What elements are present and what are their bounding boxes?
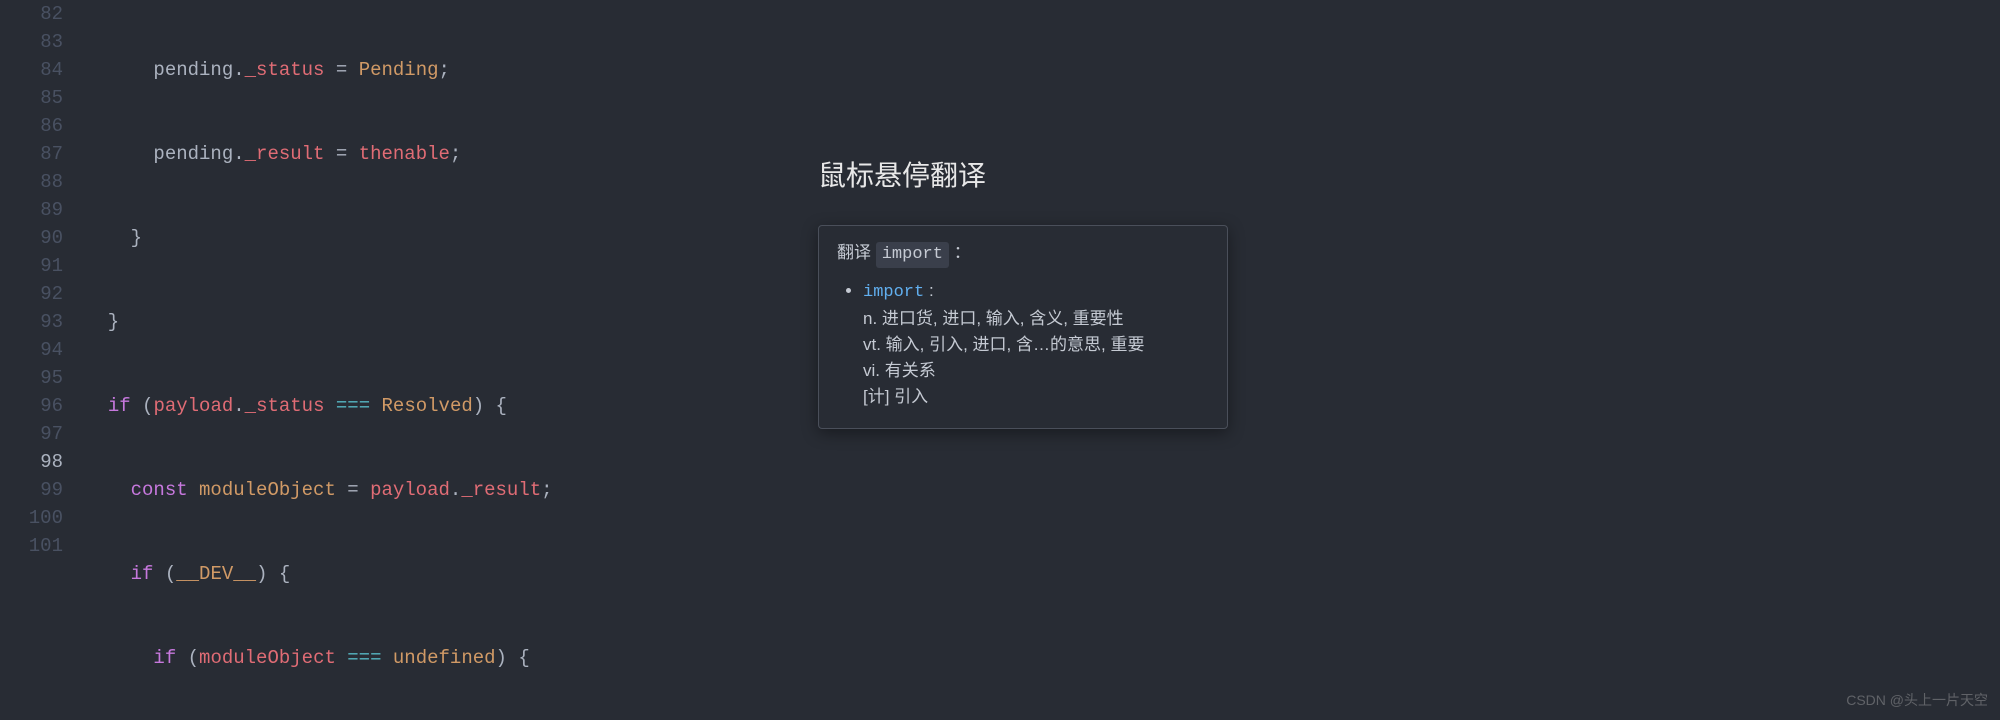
line-number: 98 bbox=[0, 448, 85, 476]
line-number: 100 bbox=[0, 504, 85, 532]
definition-line: vt. 输入, 引入, 进口, 含…的意思, 重要 bbox=[863, 332, 1209, 358]
watermark: CSDN @头上一片天空 bbox=[1846, 686, 1988, 714]
line-number: 99 bbox=[0, 476, 85, 504]
tooltip-definitions: import : n. 进口货, 进口, 输入, 含义, 重要性 vt. 输入,… bbox=[837, 278, 1209, 410]
hover-translate-tooltip[interactable]: 翻译 import ： import : n. 进口货, 进口, 输入, 含义,… bbox=[818, 225, 1228, 429]
line-number: 91 bbox=[0, 252, 85, 280]
annotation-title: 鼠标悬停翻译 bbox=[818, 162, 986, 190]
line-number: 92 bbox=[0, 280, 85, 308]
line-number: 82 bbox=[0, 0, 85, 28]
tooltip-header: 翻译 import ： bbox=[837, 240, 1209, 268]
code-line: pending._status = Pending; bbox=[85, 56, 2000, 84]
code-line: const moduleObject = payload._result; bbox=[85, 476, 2000, 504]
line-number: 93 bbox=[0, 308, 85, 336]
tooltip-entry: import : n. 进口货, 进口, 输入, 含义, 重要性 vt. 输入,… bbox=[863, 278, 1209, 410]
tooltip-entry-word: import bbox=[863, 283, 924, 302]
line-number: 87 bbox=[0, 140, 85, 168]
definition-line: vi. 有关系 bbox=[863, 358, 1209, 384]
definition-line: [计] 引入 bbox=[863, 384, 1209, 410]
code-editor[interactable]: 8283848586878889909192939495969798991001… bbox=[0, 0, 2000, 720]
tooltip-header-word: import bbox=[876, 242, 949, 268]
line-number: 94 bbox=[0, 336, 85, 364]
line-number: 86 bbox=[0, 112, 85, 140]
code-line: if (moduleObject === undefined) { bbox=[85, 644, 2000, 672]
tooltip-header-suffix: ： bbox=[954, 243, 971, 262]
code-line: if (__DEV__) { bbox=[85, 560, 2000, 588]
line-gutter: 8283848586878889909192939495969798991001… bbox=[0, 0, 85, 560]
line-number: 85 bbox=[0, 84, 85, 112]
line-number: 88 bbox=[0, 168, 85, 196]
line-number: 83 bbox=[0, 28, 85, 56]
code-line: pending._result = thenable; bbox=[85, 140, 2000, 168]
definition-line: n. 进口货, 进口, 输入, 含义, 重要性 bbox=[863, 306, 1209, 332]
line-number: 89 bbox=[0, 196, 85, 224]
line-number: 84 bbox=[0, 56, 85, 84]
line-number: 95 bbox=[0, 364, 85, 392]
tooltip-header-prefix: 翻译 bbox=[837, 243, 871, 262]
line-number: 90 bbox=[0, 224, 85, 252]
line-number: 96 bbox=[0, 392, 85, 420]
line-number: 97 bbox=[0, 420, 85, 448]
line-number: 101 bbox=[0, 532, 85, 560]
